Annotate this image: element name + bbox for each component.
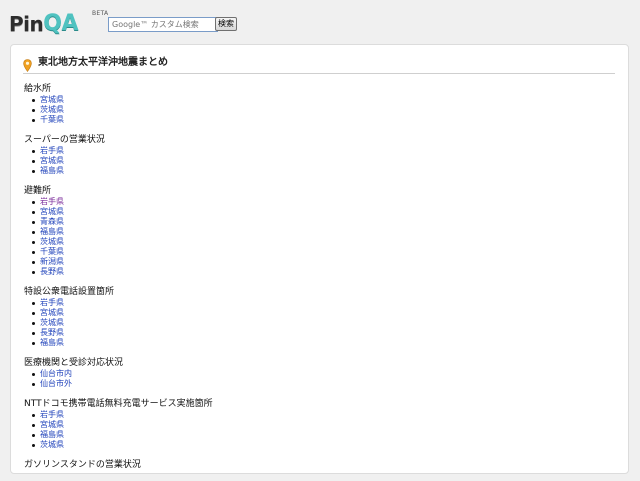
region-link[interactable]: 千葉県: [40, 247, 64, 256]
section-link-list: 仙台市内 仙台市外: [24, 369, 614, 389]
logo-qa-text: QA: [43, 11, 78, 36]
section-heading: NTTドコモ携帯電話無料充電サービス実施箇所: [24, 399, 213, 409]
region-link[interactable]: 茨城県: [40, 237, 64, 246]
pinqa-logo[interactable]: Pin QA: [9, 9, 78, 36]
list-item: 宮城県: [32, 156, 614, 166]
region-link[interactable]: 福島県: [40, 227, 64, 236]
region-link[interactable]: 青森県: [40, 217, 64, 226]
list-item: 茨城県: [32, 318, 614, 328]
list-item: 宮城県: [32, 308, 614, 318]
region-link[interactable]: 福島県: [40, 338, 64, 347]
region-link[interactable]: 岩手県: [40, 146, 64, 155]
list-item: 茨城県: [32, 237, 614, 247]
section-heading: ガソリンスタンドの営業状況: [24, 460, 141, 470]
page-title: 東北地方太平洋沖地震まとめ: [38, 57, 168, 68]
section-heading: 給水所: [24, 84, 52, 94]
list-item: 仙台市外: [32, 379, 614, 389]
section: 避難所 岩手県 宮城県 青森県 福島県 茨城県 千葉県 新潟県 長野県: [24, 186, 614, 277]
list-item: 千葉県: [32, 115, 614, 125]
section: 医療機関と受診対応状況 仙台市内 仙台市外: [24, 358, 614, 389]
section-link-list: 岩手県 宮城県 青森県 福島県 茨城県 千葉県 新潟県 長野県: [24, 197, 614, 277]
region-link[interactable]: 千葉県: [40, 115, 64, 124]
region-link[interactable]: 岩手県: [40, 197, 64, 206]
section: スーパーの営業状況 岩手県 宮城県 福島県: [24, 135, 614, 176]
region-link[interactable]: 茨城県: [40, 440, 64, 449]
section-link-list: 岩手県 宮城県 茨城県 長野県 福島県: [24, 298, 614, 348]
list-item: 岩手県: [32, 298, 614, 308]
list-item: 福島県: [32, 166, 614, 176]
list-item: 岩手県: [32, 146, 614, 156]
list-item: 千葉県: [32, 247, 614, 257]
region-link[interactable]: 新潟県: [40, 257, 64, 266]
section-heading: スーパーの営業状況: [24, 135, 105, 145]
list-item: 宮城県: [32, 420, 614, 430]
region-link[interactable]: 茨城県: [40, 318, 64, 327]
region-link[interactable]: 長野県: [40, 267, 64, 276]
region-link[interactable]: 岩手県: [40, 298, 64, 307]
list-item: 長野県: [32, 267, 614, 277]
section-heading: 避難所: [24, 186, 52, 196]
list-item: 青森県: [32, 217, 614, 227]
list-item: 福島県: [32, 227, 614, 237]
list-item: 茨城県: [32, 105, 614, 115]
section: 特設公衆電話設置箇所 岩手県 宮城県 茨城県 長野県 福島県: [24, 287, 614, 348]
list-item: 岩手県: [32, 410, 614, 420]
logo-pin-text: Pin: [9, 12, 44, 36]
region-link[interactable]: 長野県: [40, 328, 64, 337]
search-button[interactable]: 検索: [215, 17, 237, 31]
list-item: 福島県: [32, 430, 614, 440]
list-item: 長野県: [32, 328, 614, 338]
region-link[interactable]: 岩手県: [40, 410, 64, 419]
section-heading: 医療機関と受診対応状況: [24, 358, 124, 368]
list-item: 宮城県: [32, 207, 614, 217]
section-link-list: 岩手県 宮城県 福島県: [24, 146, 614, 176]
region-link[interactable]: 仙台市内: [40, 369, 72, 378]
region-link[interactable]: 宮城県: [40, 420, 64, 429]
section-link-list: 岩手県 宮城県 福島県 茨城県: [24, 410, 614, 450]
search-input[interactable]: [108, 17, 218, 32]
section: ガソリンスタンドの営業状況: [24, 460, 614, 471]
list-item: 宮城県: [32, 95, 614, 105]
section: NTTドコモ携帯電話無料充電サービス実施箇所 岩手県 宮城県 福島県 茨城県: [24, 399, 614, 450]
list-item: 福島県: [32, 338, 614, 348]
summary-sections: 給水所 宮城県 茨城県 千葉県 スーパーの営業状況 岩手県 宮城県 福島県 避難所 岩手県 宮城県青…: [24, 84, 614, 481]
header: PinQA BETA 検索: [0, 0, 640, 42]
title-row: 東北地方太平洋沖地震まとめ: [23, 57, 615, 74]
region-link[interactable]: 宮城県: [40, 207, 64, 216]
list-item: 岩手県: [32, 197, 614, 207]
content-panel: 東北地方太平洋沖地震まとめ 給水所 宮城県 茨城県 千葉県 スーパーの営業状況 岩手県 宮城…: [10, 44, 629, 474]
region-link[interactable]: 福島県: [40, 166, 64, 175]
region-link[interactable]: 宮城県: [40, 95, 64, 104]
section-heading: 特設公衆電話設置箇所: [24, 287, 115, 297]
region-link[interactable]: 宮城県: [40, 156, 64, 165]
region-link[interactable]: 仙台市外: [40, 379, 72, 388]
region-link[interactable]: 宮城県: [40, 308, 64, 317]
list-item: 新潟県: [32, 257, 614, 267]
section-link-list: 宮城県 茨城県 千葉県: [24, 95, 614, 125]
region-link[interactable]: 茨城県: [40, 105, 64, 114]
list-item: 茨城県: [32, 440, 614, 450]
map-pin-icon: [23, 59, 32, 72]
list-item: 仙台市内: [32, 369, 614, 379]
region-link[interactable]: 福島県: [40, 430, 64, 439]
section: 給水所 宮城県 茨城県 千葉県: [24, 84, 614, 125]
beta-badge: BETA: [92, 10, 109, 17]
